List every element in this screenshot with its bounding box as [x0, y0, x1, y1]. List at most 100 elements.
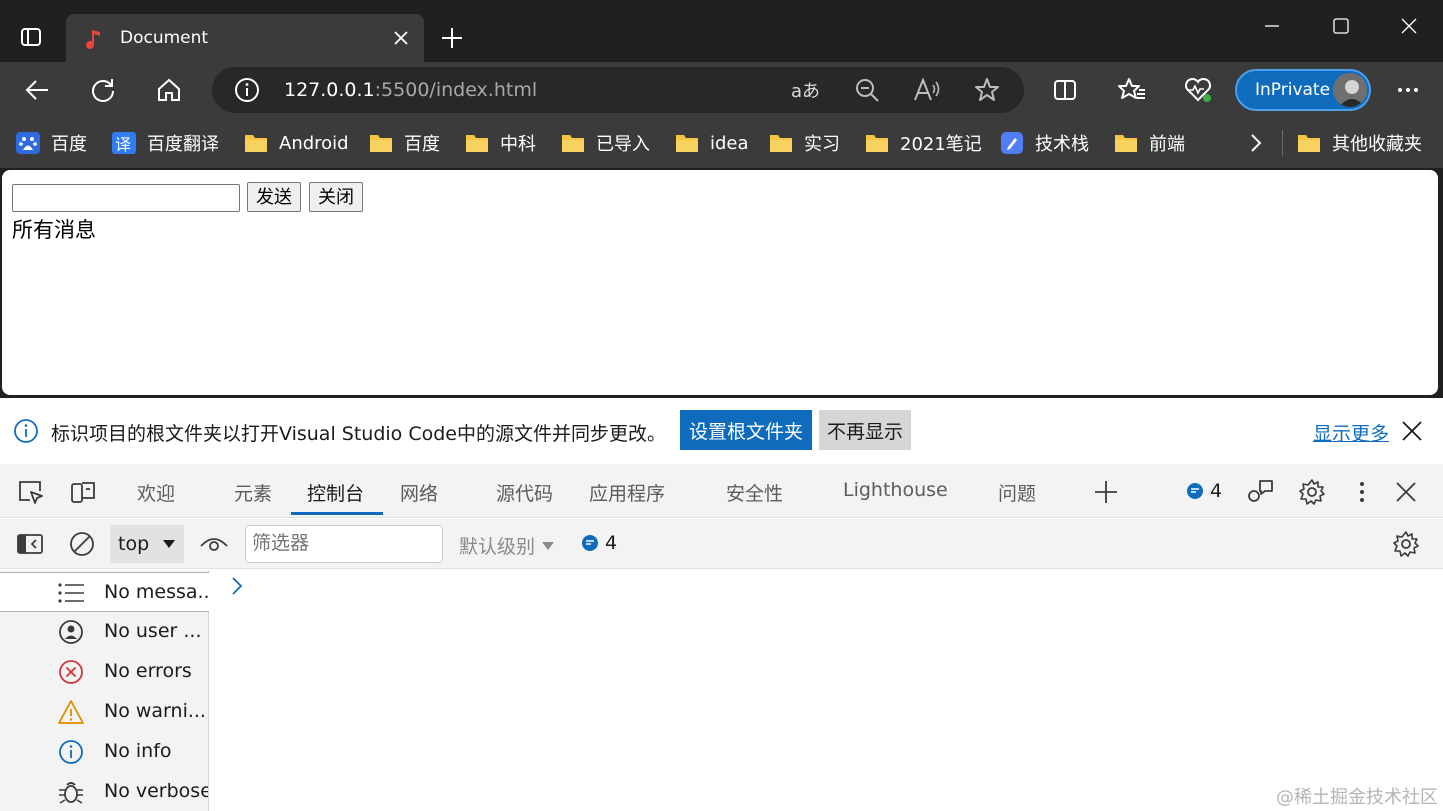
tab-console[interactable]: 控制台: [307, 479, 364, 506]
tab-elements[interactable]: 元素: [234, 479, 272, 506]
settings-more-button[interactable]: [1388, 70, 1428, 110]
site-info-icon[interactable]: [234, 77, 260, 103]
close-button[interactable]: 关闭: [309, 182, 363, 212]
tab-welcome[interactable]: 欢迎: [137, 479, 175, 506]
info-icon: [57, 739, 85, 765]
caret-down-icon: [163, 540, 175, 548]
inprivate-profile-button[interactable]: InPrivate: [1235, 69, 1371, 111]
maximize-button[interactable]: [1321, 6, 1361, 46]
read-aloud-button[interactable]: [912, 75, 942, 105]
info-icon: [14, 419, 38, 443]
tab-sources[interactable]: 源代码: [496, 479, 553, 506]
sidebar-item-errors[interactable]: No errors: [0, 652, 209, 692]
bookmark-item[interactable]: idea: [675, 130, 749, 156]
dont-show-again-button[interactable]: 不再显示: [819, 410, 911, 450]
send-button[interactable]: 发送: [247, 182, 301, 212]
issues-counter[interactable]: 4: [1186, 480, 1222, 502]
bookmark-item[interactable]: 百度: [369, 130, 440, 156]
minimize-button[interactable]: [1252, 6, 1292, 46]
set-root-folder-button[interactable]: 设置根文件夹: [680, 410, 812, 450]
url-text[interactable]: 127.0.0.1:5500/index.html: [284, 79, 537, 101]
console-filter-input[interactable]: [245, 525, 443, 563]
bookmark-item[interactable]: 译 百度翻译: [112, 130, 219, 156]
more-tools-button[interactable]: [1090, 476, 1122, 508]
console-message-counter[interactable]: 4: [581, 532, 617, 554]
favorites-icon: [1118, 78, 1145, 99]
bookmark-item[interactable]: 前端: [1114, 130, 1185, 156]
console-output[interactable]: [210, 570, 1443, 811]
console-toolbar: top 默认级别 4: [0, 519, 1443, 569]
bookmark-item[interactable]: 实习: [769, 130, 840, 156]
favorites-button[interactable]: [1112, 70, 1152, 110]
chevron-right-icon: [1251, 134, 1262, 152]
translate-page-button[interactable]: aあ: [790, 75, 820, 105]
browser-essentials-button[interactable]: [1178, 70, 1218, 110]
sidebar-item-messages[interactable]: No messa...: [0, 572, 209, 612]
window-close-button[interactable]: [1389, 6, 1429, 46]
toggle-sidebar-button[interactable]: [14, 528, 46, 560]
show-more-link[interactable]: 显示更多: [1313, 419, 1389, 446]
bookmark-item[interactable]: 已导入: [561, 130, 650, 156]
devtools-settings-button[interactable]: [1296, 476, 1328, 508]
tab-issues[interactable]: 问题: [998, 479, 1036, 506]
tab-actions-button[interactable]: [12, 18, 50, 56]
home-icon: [158, 78, 180, 101]
split-screen-button[interactable]: [1045, 70, 1085, 110]
devtools-infobar: 标识项目的根文件夹以打开Visual Studio Code中的源文件并同步更改…: [0, 398, 1443, 464]
message-input[interactable]: [12, 184, 240, 212]
bookmark-label: 百度: [404, 134, 440, 155]
new-tab-button[interactable]: [434, 20, 470, 56]
console-settings-button[interactable]: [1390, 528, 1422, 560]
bookmark-item[interactable]: Android: [244, 130, 349, 156]
clear-console-button[interactable]: [66, 528, 98, 560]
infobar-close-button[interactable]: [1397, 416, 1427, 446]
sidebar-item-verbose[interactable]: No verbose: [0, 772, 209, 811]
feedback-button[interactable]: [1244, 476, 1276, 508]
address-bar[interactable]: 127.0.0.1:5500/index.html aあ: [212, 67, 1024, 113]
bookmarks-overflow-button[interactable]: [1248, 130, 1264, 156]
tab-application[interactable]: 应用程序: [589, 479, 665, 506]
other-bookmarks-folder[interactable]: 其他收藏夹: [1297, 130, 1422, 156]
bookmark-item[interactable]: 中科: [465, 130, 536, 156]
tab-security[interactable]: 安全性: [726, 479, 783, 506]
inspect-element-button[interactable]: [14, 476, 46, 508]
inprivate-label: InPrivate: [1255, 80, 1331, 100]
bookmark-label: 前端: [1149, 134, 1185, 155]
context-value: top: [118, 533, 150, 555]
browser-tab-active[interactable]: Document: [66, 14, 424, 62]
active-tab-indicator: [291, 512, 383, 515]
sidebar-item-label: No errors: [104, 660, 192, 682]
log-level-dropdown[interactable]: 默认级别: [459, 532, 555, 559]
zoom-out-button[interactable]: [852, 75, 882, 105]
chevron-right-icon: [232, 577, 243, 595]
bookmark-label: 技术栈: [1035, 134, 1089, 155]
tab-lighthouse[interactable]: Lighthouse: [843, 479, 948, 501]
more-horizontal-icon: [1398, 88, 1418, 92]
home-button[interactable]: [149, 70, 189, 110]
live-expression-button[interactable]: [198, 528, 230, 560]
tab-close-button[interactable]: [386, 23, 416, 53]
context-selector[interactable]: top: [110, 525, 184, 563]
refresh-button[interactable]: [83, 70, 123, 110]
customize-devtools-button[interactable]: [1346, 476, 1378, 508]
split-screen-icon: [1054, 80, 1076, 100]
sidebar-item-info[interactable]: No info: [0, 732, 209, 772]
app-icon: [1001, 132, 1023, 154]
minimize-icon: [1265, 25, 1279, 27]
bookmark-item[interactable]: 2021笔记: [865, 130, 982, 156]
bookmarks-bar: 百度 译 百度翻译 Android 百度 中科 已导入 idea 实习 2021…: [0, 118, 1443, 168]
sidebar-item-warnings[interactable]: No warni...: [0, 692, 209, 732]
device-icon: [71, 482, 95, 503]
close-devtools-button[interactable]: [1390, 476, 1422, 508]
sidebar-item-user-messages[interactable]: No user ...: [0, 612, 209, 652]
add-favorite-button[interactable]: [972, 75, 1002, 105]
device-emulation-button[interactable]: [67, 476, 99, 508]
music-note-icon: [86, 30, 100, 49]
tab-network[interactable]: 网络: [400, 479, 438, 506]
svg-text:aあ: aあ: [791, 81, 819, 102]
bookmark-item[interactable]: 技术栈: [1000, 130, 1089, 156]
back-button[interactable]: [17, 70, 57, 110]
bookmark-item[interactable]: 百度: [16, 130, 87, 156]
maximize-icon: [1333, 18, 1349, 34]
star-icon: [975, 78, 999, 101]
